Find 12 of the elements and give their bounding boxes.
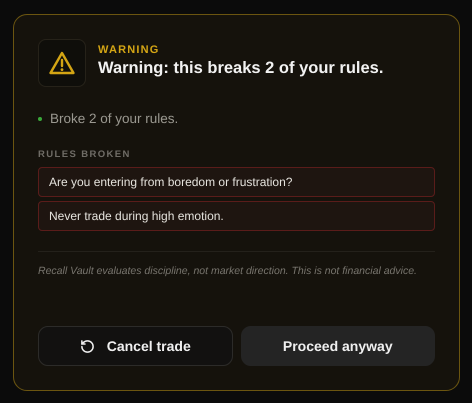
rule-item: Are you entering from boredom or frustration? (38, 167, 435, 197)
alert-title: Warning: this breaks 2 of your rules. (98, 59, 384, 78)
proceed-button[interactable]: Proceed anyway (240, 326, 435, 366)
alert-eyebrow: WARNING (98, 44, 161, 56)
section-heading: RULES BROKEN (38, 149, 132, 160)
rule-item: Never trade during high emotion. (38, 201, 435, 231)
cancel-button[interactable]: Cancel trade (38, 326, 232, 366)
status-dot-icon (38, 116, 42, 120)
disclaimer-text: Recall Vault evaluates discipline, not market direction. This is not financial advice. (38, 264, 418, 279)
warning-icon (48, 50, 76, 76)
status-text: Broke 2 of your rules. (50, 111, 178, 126)
undo-icon (80, 338, 95, 354)
